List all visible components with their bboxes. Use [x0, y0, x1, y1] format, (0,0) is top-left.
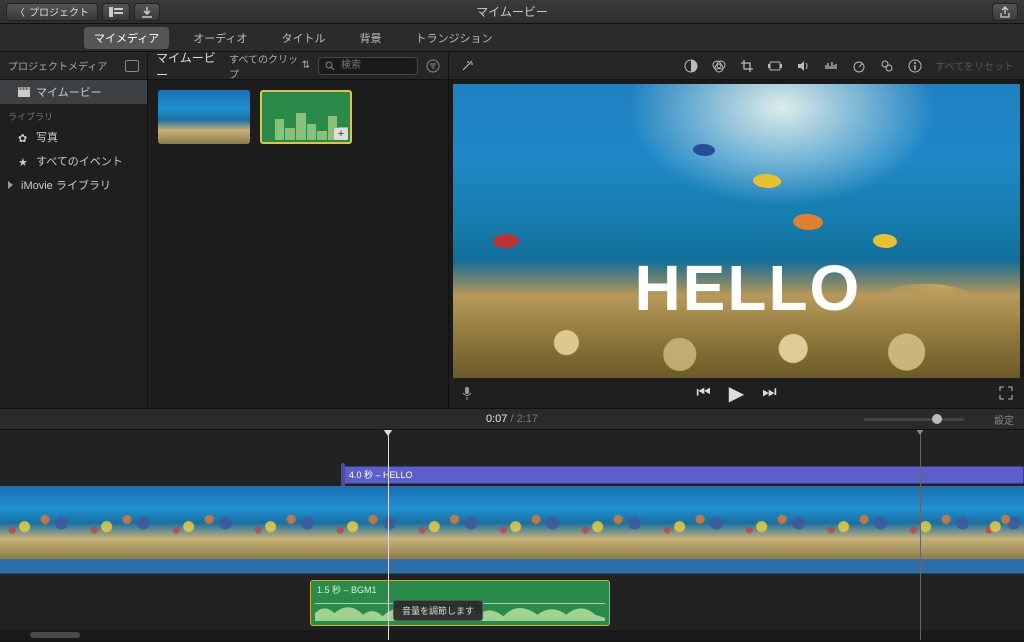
title-clip[interactable]: 4.0 秒 – HELLO — [342, 466, 1024, 484]
tab-title[interactable]: タイトル — [271, 27, 335, 49]
enhance-icon[interactable] — [459, 58, 475, 74]
current-time: 0:07 — [486, 413, 507, 425]
video-track[interactable] — [0, 486, 1024, 560]
sidebar-item-imovielib[interactable]: iMovie ライブラリ — [0, 173, 147, 197]
tab-transition[interactable]: トランジション — [405, 27, 502, 49]
fish-decor — [793, 214, 823, 230]
sidebar-section-library: ライブラリ — [0, 104, 147, 125]
scrollbar-thumb[interactable] — [30, 632, 80, 638]
timeline-settings-button[interactable]: 設定 — [994, 412, 1014, 427]
video-audio-track[interactable] — [0, 560, 1024, 574]
sidebar-item-allevents[interactable]: ★ すべてのイベント — [0, 149, 147, 173]
stabilization-icon[interactable] — [767, 58, 783, 74]
search-input[interactable] — [339, 59, 399, 72]
volume-tooltip: 音量を調節します — [393, 600, 483, 621]
updown-icon: ⇅ — [302, 60, 310, 71]
add-to-timeline-icon[interactable]: + — [334, 128, 348, 140]
filter-icon[interactable] — [426, 59, 440, 73]
noise-reduction-icon[interactable] — [823, 58, 839, 74]
voiceover-icon[interactable] — [459, 385, 475, 401]
sidebar: プロジェクトメディア マイムービー ライブラリ ✿ 写真 ★ すべてのイベント … — [0, 52, 148, 408]
zoom-knob[interactable] — [932, 414, 942, 424]
sidebar-header: プロジェクトメディア — [8, 58, 107, 73]
sidebar-imovielib-label: iMovie ライブラリ — [21, 177, 111, 193]
sidebar-allevents-label: すべてのイベント — [36, 153, 123, 169]
title-clip-label: 4.0 秒 – HELLO — [349, 470, 413, 480]
reset-all-button[interactable]: すべてをリセット — [935, 58, 1014, 73]
fish-decor — [753, 174, 781, 188]
title-overlay-text: HELLO — [634, 251, 861, 325]
crop-icon[interactable] — [739, 58, 755, 74]
next-button[interactable]: ⏭ — [762, 384, 776, 402]
transport-bar: ⏮ ▶ ⏭ — [449, 378, 1024, 408]
bgm-clip[interactable]: 1.5 秒 – BGM1 音量を調節します — [310, 580, 610, 626]
sidebar-project-label: マイムービー — [36, 84, 102, 100]
bgm-clip-label: 1.5 秒 – BGM1 — [311, 581, 609, 598]
clapperboard-icon — [18, 87, 30, 97]
clip-filter-icon[interactable] — [879, 58, 895, 74]
color-correction-icon[interactable] — [711, 58, 727, 74]
media-tabs: マイメディア オーディオ タイトル 背景 トランジション — [0, 24, 1024, 52]
star-icon: ★ — [18, 156, 30, 166]
share-button[interactable] — [992, 3, 1018, 21]
timeline-header: 0:07 / 2:17 設定 — [0, 408, 1024, 430]
fish-decor — [873, 234, 897, 248]
tab-mymedia[interactable]: マイメディア — [84, 27, 169, 49]
clips-filter-dropdown[interactable]: すべてのクリップ ⇅ — [229, 51, 310, 81]
info-icon[interactable] — [907, 58, 923, 74]
sidebar-item-photos[interactable]: ✿ 写真 — [0, 125, 147, 149]
window-titlebar: 〈プロジェクト マイムービー — [0, 0, 1024, 24]
back-to-projects-button[interactable]: 〈プロジェクト — [6, 3, 98, 21]
media-thumb-video[interactable] — [158, 90, 250, 144]
timeline-marker[interactable] — [920, 430, 921, 640]
playhead[interactable] — [388, 430, 389, 640]
browser-title: マイムービー — [156, 49, 221, 83]
media-browser: マイムービー すべてのクリップ ⇅ + — [148, 52, 448, 408]
back-label: プロジェクト — [29, 4, 89, 19]
flower-icon: ✿ — [18, 132, 30, 142]
timeline-scrollbar[interactable] — [0, 630, 1024, 640]
timeline[interactable]: 4.0 秒 – HELLO 1.5 秒 – BGM1 音量を調節します — [0, 430, 1024, 640]
color-balance-icon[interactable] — [683, 58, 699, 74]
volume-icon[interactable] — [795, 58, 811, 74]
media-thumb-audio[interactable]: + — [260, 90, 352, 144]
total-time: 2:17 — [517, 413, 538, 425]
library-list-button[interactable] — [102, 3, 130, 21]
sidebar-toggle-icon[interactable] — [125, 60, 139, 72]
tab-audio[interactable]: オーディオ — [183, 27, 257, 49]
preview-toolbar: すべてをリセット — [449, 52, 1024, 80]
fullscreen-icon[interactable] — [998, 385, 1014, 401]
fish-decor — [693, 144, 715, 156]
play-button[interactable]: ▶ — [729, 381, 744, 406]
search-icon — [325, 61, 335, 71]
video-preview[interactable]: HELLO — [453, 84, 1020, 378]
prev-button[interactable]: ⏮ — [696, 384, 710, 402]
tab-background[interactable]: 背景 — [349, 27, 391, 49]
sidebar-item-project[interactable]: マイムービー — [0, 80, 147, 104]
search-field[interactable] — [318, 57, 418, 75]
disclosure-triangle-icon[interactable] — [8, 181, 13, 189]
import-button[interactable] — [134, 3, 160, 21]
zoom-slider[interactable] — [864, 418, 964, 421]
preview-pane: すべてをリセット HELLO ⏮ ▶ ⏭ — [448, 52, 1024, 408]
sidebar-photos-label: 写真 — [36, 129, 58, 145]
speed-icon[interactable] — [851, 58, 867, 74]
